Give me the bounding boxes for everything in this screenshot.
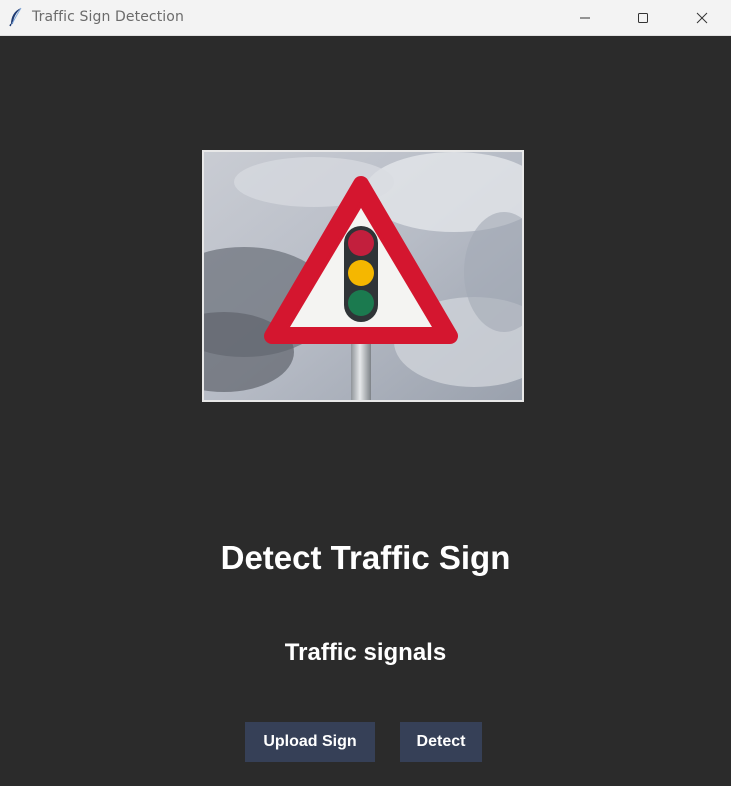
detection-result-label: Traffic signals <box>284 639 447 666</box>
minimize-button[interactable] <box>556 0 614 36</box>
minimize-icon <box>579 12 591 24</box>
feather-icon <box>8 7 24 27</box>
uploaded-sign-image <box>202 150 524 402</box>
upload-sign-button[interactable]: Upload Sign <box>245 722 375 762</box>
page-title: Detect Traffic Sign <box>220 539 511 576</box>
main-panel: Detect Traffic Sign Traffic signals Uplo… <box>0 36 731 786</box>
app-window: Traffic Sign Detection Detect Traffic Si… <box>0 0 731 786</box>
maximize-icon <box>637 12 649 24</box>
title-bar[interactable]: Traffic Sign Detection <box>0 0 731 36</box>
maximize-button[interactable] <box>614 0 672 36</box>
close-icon <box>696 12 708 24</box>
window-title: Traffic Sign Detection <box>32 9 184 25</box>
detect-button[interactable]: Detect <box>400 722 482 762</box>
close-button[interactable] <box>673 0 731 36</box>
